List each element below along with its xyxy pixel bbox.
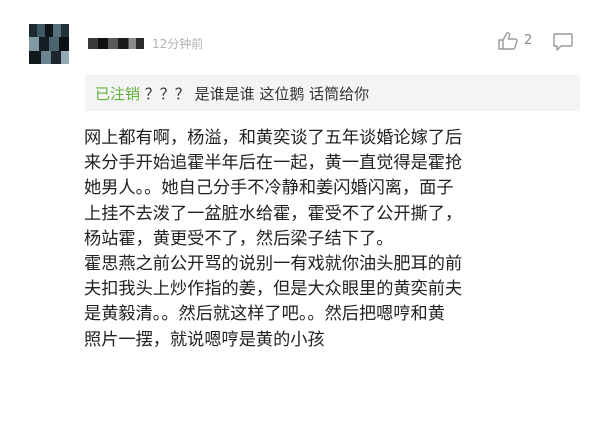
comment-line: 上挂不去泼了一盆脏水给霍，霍受不了公开撕了， [84, 203, 463, 224]
avatar[interactable] [29, 24, 69, 64]
quoted-username[interactable]: 已注销 [95, 85, 140, 103]
avatar-pixel-row [29, 37, 69, 51]
comment-line: 夫扣我头上炒作指的姜，但是大众眼里的黄奕前夫 [84, 279, 463, 300]
comment-line: 是黄毅清。。然后就这样了吧。。然后把嗯哼和黄 [84, 304, 445, 325]
comment-line: 来分手开始追霍半年后在一起，黄一直觉得是霍抢 [84, 153, 463, 174]
comment-card: 12分钟前 2 已注销 ？？？ 是谁是谁 这位鹅 话筒给你 网上都有啊，杨溢，和… [0, 0, 600, 430]
comment-line: 照片一摆，就说嗯哼是黄的小孩 [84, 329, 325, 350]
username-redacted[interactable] [88, 38, 144, 49]
comment-line: 网上都有啊，杨溢，和黄奕谈了五年谈婚论嫁了后 [84, 128, 463, 148]
thumbs-up-icon [498, 32, 518, 50]
comment-body: 网上都有啊，杨溢，和黄奕谈了五年谈婚论嫁了后 来分手开始追霍半年后在一起，黄一直… [84, 126, 589, 353]
quoted-message: ？？？ 是谁是谁 这位鹅 话筒给你 [144, 85, 370, 103]
comment-time: 12分钟前 [152, 37, 204, 51]
comment-line: 霍思燕之前公开骂的说别一有戏就你油头肥耳的前 [84, 254, 463, 275]
comment-line: 杨站霍，黄更受不了，然后梁子结下了。 [84, 228, 394, 249]
quoted-reply-text: 已注销 ？？？ 是谁是谁 这位鹅 话筒给你 [95, 83, 369, 104]
reply-button[interactable] [552, 32, 574, 52]
avatar-pixel-row [29, 51, 69, 64]
quoted-reply: 已注销 ？？？ 是谁是谁 这位鹅 话筒给你 [85, 75, 580, 111]
like-count: 2 [524, 33, 533, 48]
comment-line: 她男人。。她自己分手不冷静和姜闪婚闪离，面子 [84, 178, 454, 199]
comment-bubble-icon [553, 33, 573, 51]
like-button[interactable] [497, 31, 519, 51]
